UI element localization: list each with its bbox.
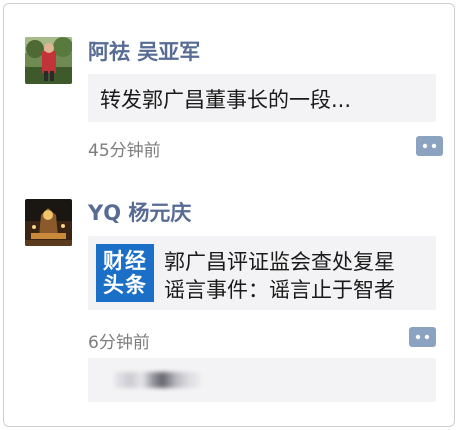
author-name[interactable]: 阿祛 吴亚军 [88,36,200,66]
avatar[interactable] [25,199,72,246]
comment-more-icon[interactable] [409,327,436,347]
moments-feed: 阿祛 吴亚军 转发郭广昌董事长的一段... 45分钟前 YQ 杨元庆 财经 头条… [3,3,455,427]
post-timestamp: 45分钟前 [88,141,161,161]
post-timestamp: 6分钟前 [88,333,150,353]
blurred-comment [114,372,202,388]
shared-content[interactable]: 转发郭广昌董事长的一段... [88,74,436,122]
author-name[interactable]: YQ 杨元庆 [88,197,191,227]
link-title: 谣言事件：谣言止于智者 [164,278,395,302]
comment-area [88,358,436,402]
thumbnail-text: 财经 [103,249,147,273]
shared-link-card[interactable]: 财经 头条 郭广昌评证监会查处复星 谣言事件：谣言止于智者 [88,236,436,310]
avatar[interactable] [25,37,72,84]
comment-more-icon[interactable] [416,136,443,156]
thumbnail-text: 头条 [103,273,147,297]
link-thumbnail: 财经 头条 [96,244,154,302]
shared-text: 转发郭广昌董事长的一段... [100,88,352,112]
link-title: 郭广昌评证监会查处复星 [164,250,395,274]
